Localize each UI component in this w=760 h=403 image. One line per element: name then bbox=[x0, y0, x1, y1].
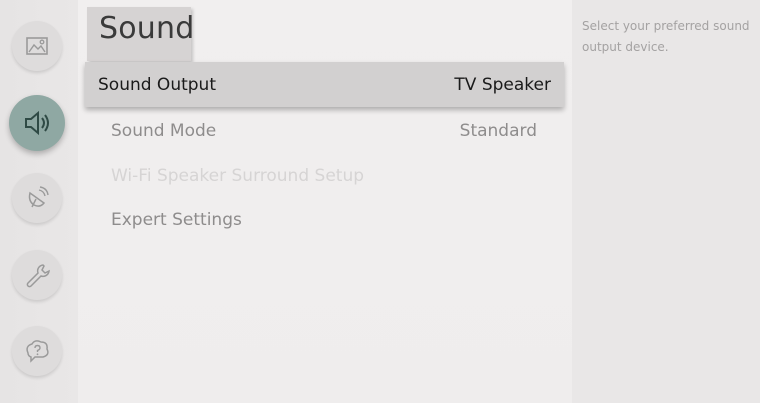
menu-item-label: Expert Settings bbox=[111, 210, 242, 230]
sidebar-item-sound[interactable] bbox=[9, 95, 65, 151]
sound-menu-panel: Sound Sound Output TV Speaker Sound Mode… bbox=[78, 0, 572, 403]
description-text: Select your preferred sound output devic… bbox=[582, 19, 750, 54]
menu-item-sound-output[interactable]: Sound Output TV Speaker bbox=[85, 62, 564, 107]
menu-item-value: Standard bbox=[459, 121, 537, 141]
picture-icon bbox=[26, 37, 48, 55]
menu-item-sound-mode[interactable]: Sound Mode Standard bbox=[111, 116, 537, 146]
menu-item-label: Sound Output bbox=[98, 74, 216, 95]
support-icon bbox=[26, 340, 49, 363]
sidebar-item-support[interactable] bbox=[12, 326, 62, 376]
menu-item-wifi-speaker-surround-setup: Wi-Fi Speaker Surround Setup bbox=[111, 161, 537, 191]
sidebar-item-general[interactable] bbox=[12, 250, 62, 300]
menu-item-value: TV Speaker bbox=[454, 74, 551, 95]
sidebar-item-broadcasting[interactable] bbox=[12, 173, 62, 223]
settings-sidebar bbox=[0, 0, 78, 403]
description-panel: Select your preferred sound output devic… bbox=[572, 0, 760, 403]
speaker-icon bbox=[25, 110, 49, 136]
menu-list: Sound Output TV Speaker Sound Mode Stand… bbox=[78, 0, 572, 403]
tv-settings-screen: Sound Sound Output TV Speaker Sound Mode… bbox=[0, 0, 760, 403]
sidebar-item-picture[interactable] bbox=[12, 21, 62, 71]
wrench-icon bbox=[26, 264, 50, 288]
menu-item-label: Sound Mode bbox=[111, 121, 217, 141]
menu-item-label: Wi-Fi Speaker Surround Setup bbox=[111, 166, 365, 186]
menu-item-expert-settings[interactable]: Expert Settings bbox=[111, 205, 537, 235]
broadcast-icon bbox=[28, 186, 49, 208]
